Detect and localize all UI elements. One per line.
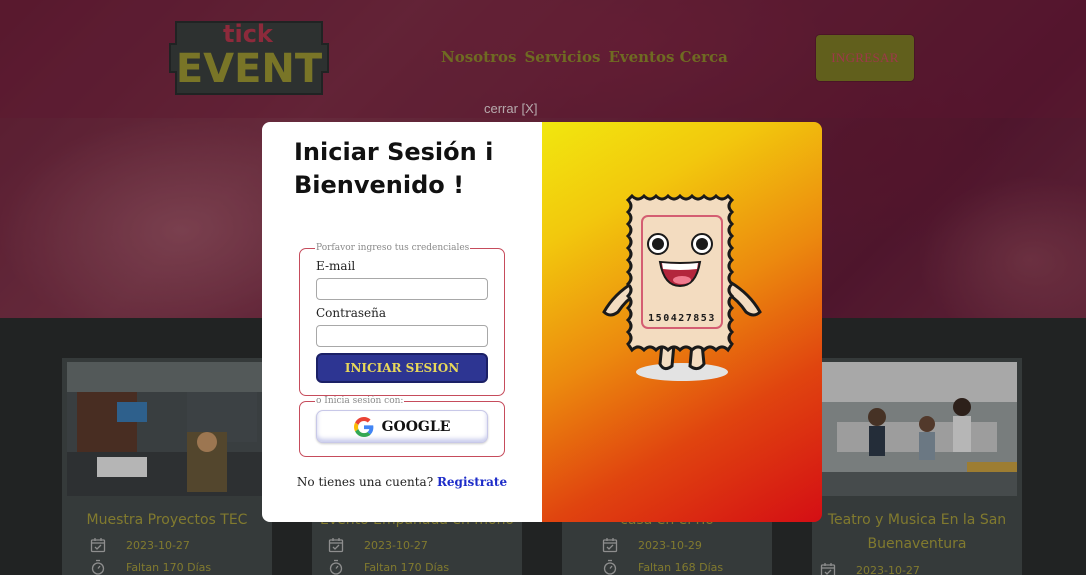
modal-title-line2: Bienvenido ! (294, 171, 465, 199)
signup-prompt: No tienes una cuenta? (296, 475, 434, 489)
credentials-legend: Porfavor ingreso tus credenciales (316, 243, 470, 253)
email-field[interactable] (316, 278, 488, 300)
modal-title: Iniciar Sesión i Bienvenido ! (294, 136, 524, 202)
google-label: GOOGLE (381, 418, 451, 435)
password-label: Contraseña (316, 306, 386, 320)
credentials-fieldset: Porfavor ingreso tus credenciales E-mail… (299, 243, 505, 396)
email-label: E-mail (316, 259, 356, 273)
social-login-fieldset: o Inicia sesión con: GOOGLE (299, 396, 505, 457)
google-login-button[interactable]: GOOGLE (316, 410, 488, 443)
google-icon (353, 416, 374, 437)
modal-illustration-panel: 150427853 (542, 122, 822, 522)
login-form-panel: Iniciar Sesión i Bienvenido ! Porfavor i… (262, 122, 542, 522)
social-legend: o Inicia sesión con: (316, 396, 404, 406)
password-field[interactable] (316, 325, 488, 347)
signup-line: No tienes una cuenta? Registrate (262, 475, 542, 489)
ticket-mascot: 150427853 (602, 194, 762, 381)
ticket-number: 150427853 (648, 313, 716, 324)
login-modal: Iniciar Sesión i Bienvenido ! Porfavor i… (262, 122, 822, 522)
iniciar-sesion-button[interactable]: INICIAR SESION (316, 353, 488, 383)
modal-title-line1: Iniciar Sesión i (294, 138, 494, 166)
registrate-link[interactable]: Registrate (437, 475, 507, 489)
